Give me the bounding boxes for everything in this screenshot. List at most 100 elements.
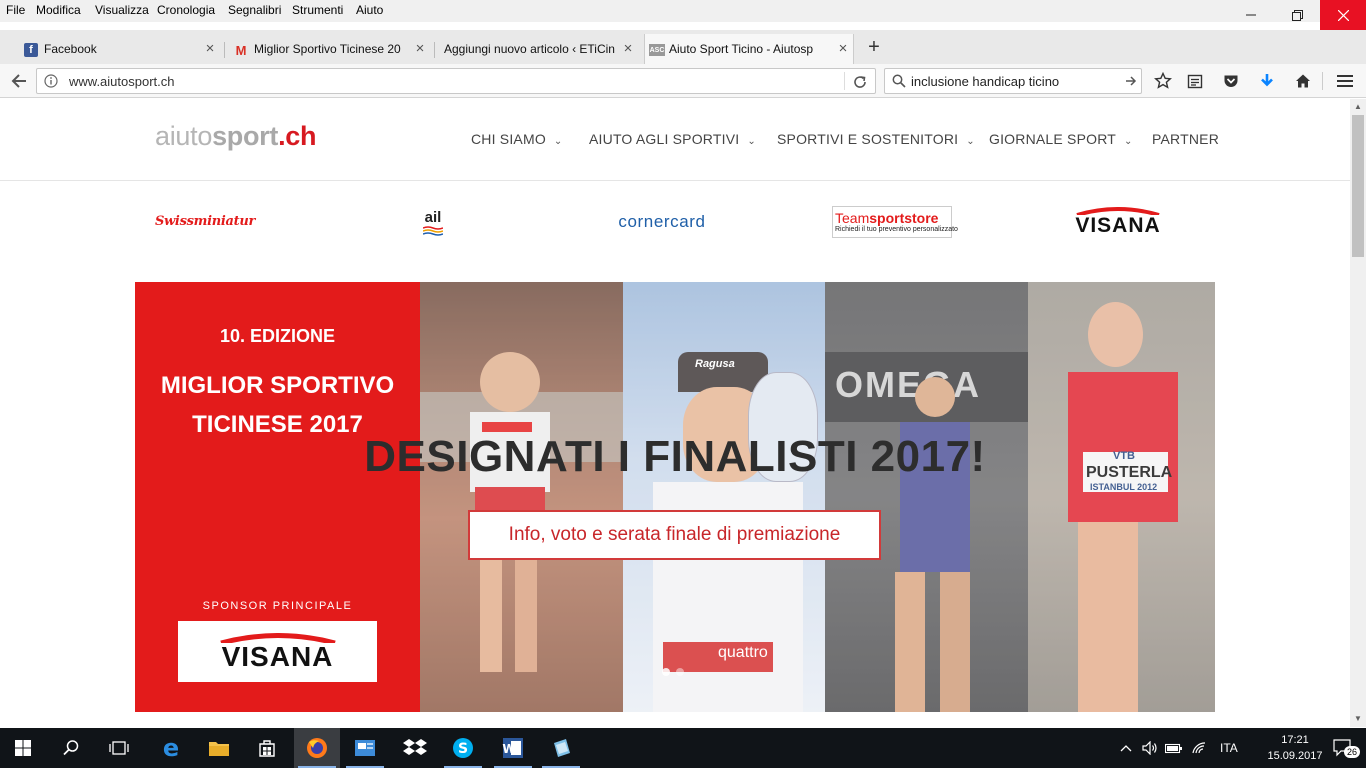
- search-input[interactable]: inclusione handicap ticino: [911, 74, 1059, 89]
- pocket-button[interactable]: [1220, 70, 1242, 92]
- search-go-button[interactable]: [1123, 73, 1139, 89]
- download-arrow-icon: [1261, 74, 1273, 87]
- scroll-down-icon[interactable]: ▼: [1350, 712, 1366, 726]
- url-bar[interactable]: www.aiutosport.ch: [36, 68, 876, 94]
- nav-sportivi-e-sostenitori[interactable]: SPORTIVI E SOSTENITORI ⌄: [777, 131, 975, 147]
- home-button[interactable]: [1292, 70, 1314, 92]
- back-arrow-icon: [11, 74, 26, 88]
- tab-eticino[interactable]: Aggiungi nuovo articolo ‹ ETiCin ×: [420, 34, 638, 64]
- network-button[interactable]: [1186, 728, 1212, 768]
- reader-list-button[interactable]: [1184, 70, 1206, 92]
- nav-giornale-sport[interactable]: GIORNALE SPORT ⌄: [989, 131, 1133, 147]
- taskbar-dropbox[interactable]: [392, 728, 438, 768]
- gmail-icon: M: [235, 42, 247, 58]
- tab-separator: [224, 42, 225, 58]
- taskbar-outlook-app[interactable]: [342, 728, 388, 768]
- tab-close-icon[interactable]: ×: [835, 40, 851, 57]
- tab-close-icon[interactable]: ×: [620, 40, 636, 57]
- downloads-button[interactable]: [1256, 70, 1278, 92]
- teamsportstore-logo[interactable]: Teamsportstore Richiedi il tuo preventiv…: [832, 206, 958, 238]
- tablet-app-icon: [554, 739, 570, 757]
- nav-partner[interactable]: PARTNER: [1152, 131, 1219, 147]
- slider-dot-2[interactable]: [676, 668, 684, 676]
- taskbar-edge[interactable]: e: [148, 728, 194, 768]
- taskbar-file-explorer[interactable]: [196, 728, 242, 768]
- taskbar-store[interactable]: [244, 728, 290, 768]
- hero-visana-logo: VISANA: [178, 621, 377, 682]
- taskbar-word[interactable]: W: [490, 728, 536, 768]
- site-logo[interactable]: aiutosport.ch: [155, 121, 317, 152]
- visana-logo-text: VISANA: [1075, 214, 1161, 237]
- restore-button[interactable]: [1274, 0, 1320, 30]
- menu-aiuto[interactable]: Aiuto: [356, 3, 383, 17]
- taskbar-app[interactable]: [538, 728, 584, 768]
- task-view-button[interactable]: [96, 728, 142, 768]
- start-button[interactable]: [0, 728, 46, 768]
- menu-file[interactable]: File: [6, 3, 25, 17]
- url-text[interactable]: www.aiutosport.ch: [69, 74, 175, 89]
- search-icon: [63, 740, 79, 756]
- pocket-icon: [1224, 75, 1238, 87]
- visana-logo[interactable]: VISANA: [1064, 204, 1172, 240]
- menu-cronologia[interactable]: Cronologia: [157, 3, 215, 17]
- firefox-icon: [307, 738, 327, 758]
- input-language[interactable]: ITA: [1220, 741, 1238, 755]
- restore-icon: [1291, 9, 1303, 21]
- taskbar-skype[interactable]: S: [440, 728, 486, 768]
- ail-logo[interactable]: ail: [418, 206, 448, 240]
- reload-button[interactable]: [851, 73, 869, 91]
- new-tab-button[interactable]: +: [864, 36, 884, 59]
- menu-bar: File Modifica Visualizza Cronologia Segn…: [0, 0, 1366, 22]
- show-hidden-icons-button[interactable]: [1114, 728, 1138, 768]
- page-scrollbar[interactable]: ▲ ▼: [1350, 99, 1366, 727]
- battery-button[interactable]: [1162, 728, 1186, 768]
- hero-info-button[interactable]: Info, voto e serata finale di premiazion…: [468, 510, 881, 560]
- taskbar-firefox[interactable]: [294, 728, 340, 768]
- menu-segnalibri[interactable]: Segnalibri: [228, 3, 281, 17]
- site-info-icon[interactable]: [43, 73, 59, 89]
- hero-edition: 10. EDIZIONE: [219, 326, 336, 346]
- bookmark-star-button[interactable]: [1152, 70, 1174, 92]
- volume-button[interactable]: [1138, 728, 1162, 768]
- chevron-down-icon: ⌄: [966, 136, 975, 147]
- toolbar-divider: [1322, 72, 1323, 90]
- hamburger-menu-icon: [1337, 75, 1353, 87]
- tab-aiutosport[interactable]: ASC Aiuto Sport Ticino - Aiutosp ×: [644, 34, 854, 64]
- tab-close-icon[interactable]: ×: [202, 40, 218, 57]
- notification-count-badge: 26: [1344, 746, 1361, 758]
- battery-icon: [1165, 743, 1182, 754]
- swissminiatur-logo-text: Swissminiatur: [154, 213, 256, 229]
- scrollbar-thumb[interactable]: [1352, 115, 1364, 257]
- windows-taskbar: e S W ITA 17:21 15.09.2017 26: [0, 728, 1366, 768]
- teamsport-logo-part1: Team: [835, 210, 870, 226]
- back-button[interactable]: [6, 69, 32, 93]
- open-menu-button[interactable]: [1334, 70, 1356, 92]
- close-icon: [1337, 9, 1349, 21]
- minimize-button[interactable]: [1228, 0, 1274, 30]
- tab-facebook[interactable]: f Facebook ×: [20, 34, 220, 64]
- menu-modifica[interactable]: Modifica: [36, 3, 81, 17]
- windows-logo-icon: [15, 740, 31, 756]
- url-divider: [844, 72, 845, 90]
- hero-title-line1: MIGLIOR SPORTIVO: [160, 372, 395, 399]
- tab-gmail[interactable]: M Miglior Sportivo Ticinese 20 ×: [230, 34, 430, 64]
- nav-label: AIUTO AGLI SPORTIVI: [589, 131, 740, 147]
- nav-aiuto-agli-sportivi[interactable]: AIUTO AGLI SPORTIVI ⌄: [589, 131, 756, 147]
- scroll-up-icon[interactable]: ▲: [1350, 100, 1366, 114]
- skype-icon: S: [453, 738, 473, 758]
- menu-strumenti[interactable]: Strumenti: [292, 3, 343, 17]
- swissminiatur-logo[interactable]: Swissminiatur: [140, 204, 270, 238]
- search-bar[interactable]: inclusione handicap ticino: [884, 68, 1142, 94]
- ail-waves-icon: [423, 226, 443, 236]
- cornercard-logo[interactable]: cornercard: [596, 210, 728, 234]
- close-window-button[interactable]: [1320, 0, 1366, 30]
- action-center-button[interactable]: 26: [1320, 728, 1366, 768]
- navigation-toolbar: www.aiutosport.ch inclusione handicap ti…: [0, 64, 1366, 98]
- taskbar-search-button[interactable]: [48, 728, 94, 768]
- nav-chi-siamo[interactable]: CHI SIAMO ⌄: [471, 131, 563, 147]
- minimize-icon: [1246, 14, 1256, 16]
- slider-dot-1[interactable]: [662, 668, 670, 676]
- chevron-down-icon: ⌄: [553, 136, 563, 147]
- facebook-icon: f: [24, 43, 38, 57]
- menu-visualizza[interactable]: Visualizza: [95, 3, 149, 17]
